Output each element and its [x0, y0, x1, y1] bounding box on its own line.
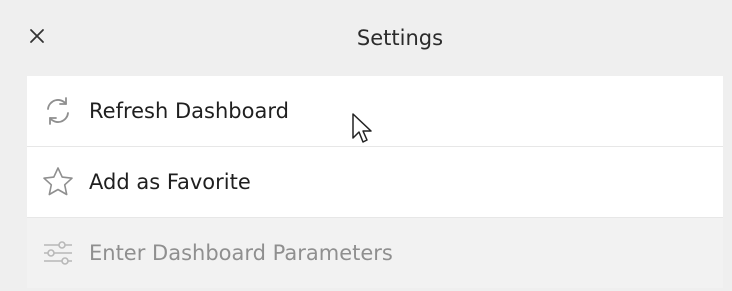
menu-item-add-favorite[interactable]: Add as Favorite [27, 147, 723, 218]
sliders-icon [44, 241, 72, 265]
menu-item-enter-parameters: Enter Dashboard Parameters [27, 218, 723, 288]
settings-header: Settings [0, 0, 732, 76]
menu-item-label: Add as Favorite [89, 170, 251, 194]
refresh-icon [47, 97, 69, 125]
close-icon [30, 29, 44, 43]
menu-item-refresh-dashboard[interactable]: Refresh Dashboard [27, 76, 723, 147]
menu-item-label: Enter Dashboard Parameters [89, 241, 393, 265]
page-title: Settings [356, 26, 444, 50]
settings-menu: Refresh Dashboard Add as Favorite Enter … [27, 76, 723, 291]
close-button[interactable] [26, 25, 48, 47]
settings-panel: Settings Refresh Dashboard Add as Favori… [0, 0, 732, 291]
menu-item-label: Refresh Dashboard [89, 99, 289, 123]
star-icon [43, 167, 73, 196]
